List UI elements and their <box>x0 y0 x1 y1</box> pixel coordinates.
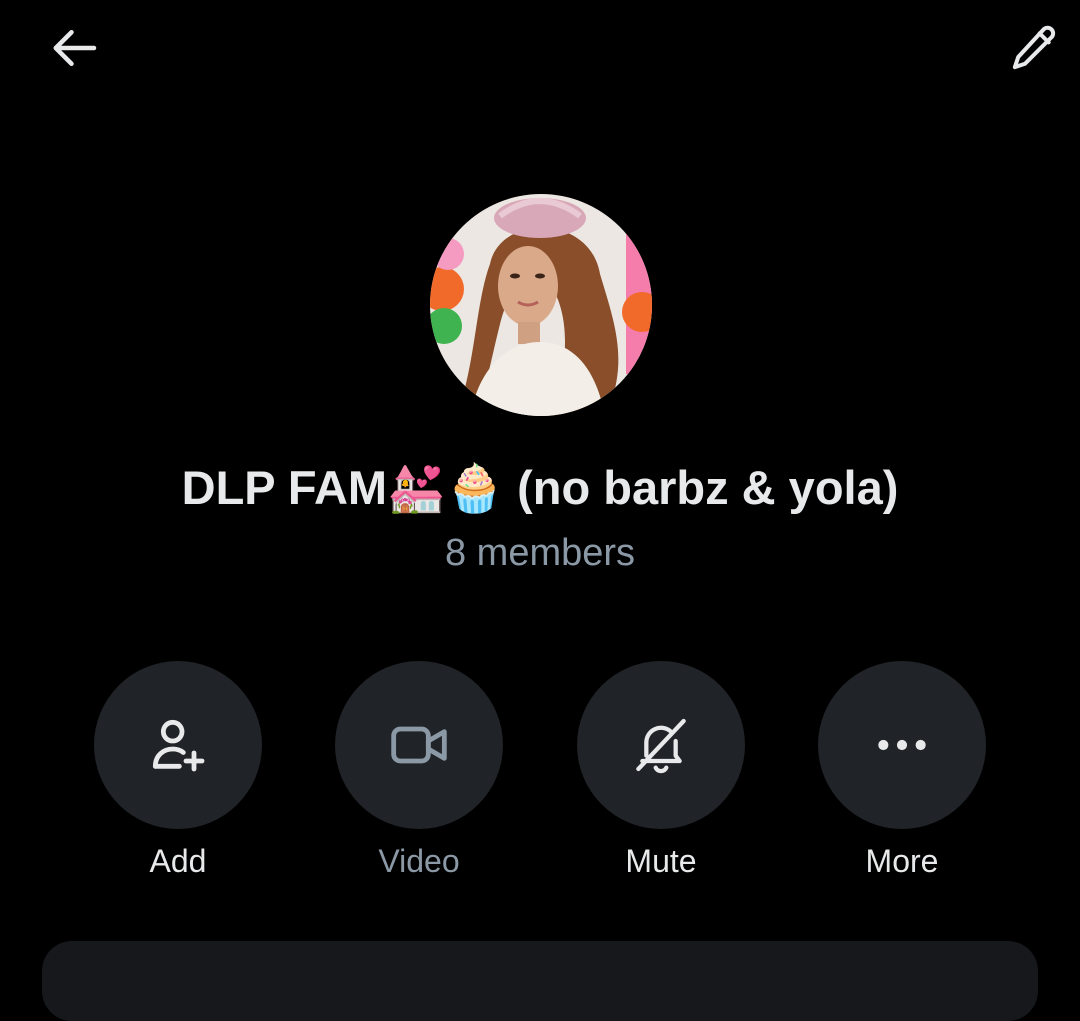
group-name: DLP FAM💒🧁 (no barbz & yola) <box>181 461 899 514</box>
action-mute: Mute <box>577 661 745 881</box>
more-dots-icon <box>878 739 926 751</box>
mute-button[interactable] <box>577 661 745 829</box>
action-more: More <box>818 661 986 881</box>
back-button[interactable] <box>46 18 106 78</box>
add-member-button[interactable] <box>94 661 262 829</box>
add-label: Add <box>149 843 207 879</box>
more-label: More <box>865 843 939 879</box>
action-video: Video <box>335 661 503 881</box>
add-person-icon <box>152 719 205 772</box>
video-label: Video <box>378 843 460 879</box>
bell-off-icon <box>636 718 686 774</box>
video-call-button[interactable] <box>335 661 503 829</box>
pencil-icon <box>1012 25 1056 70</box>
more-button[interactable] <box>818 661 986 829</box>
edit-button[interactable] <box>1004 18 1064 78</box>
settings-card[interactable] <box>42 941 1038 1021</box>
arrow-left-icon <box>53 30 97 66</box>
video-camera-icon <box>391 726 447 764</box>
group-avatar[interactable] <box>430 194 652 416</box>
mute-label: Mute <box>625 843 697 879</box>
member-count[interactable]: 8 members <box>0 530 1080 576</box>
action-add: Add <box>94 661 262 881</box>
group-avatar-image <box>430 194 652 416</box>
